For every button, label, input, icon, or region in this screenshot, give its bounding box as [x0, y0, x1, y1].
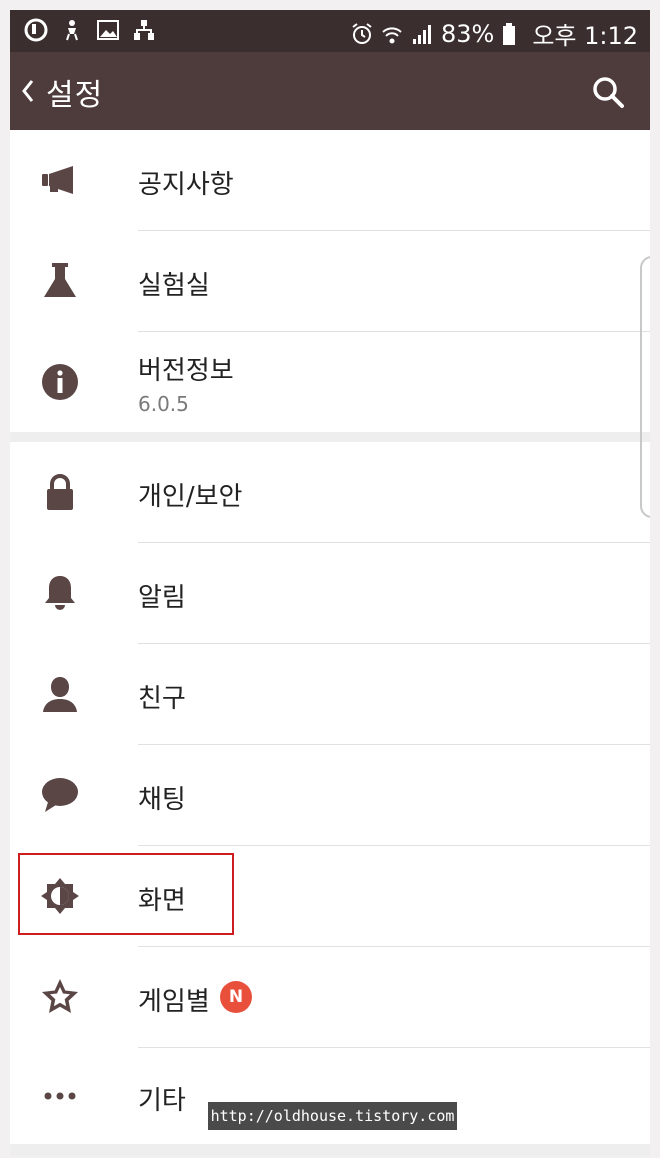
search-icon[interactable]	[590, 74, 626, 110]
alarm-icon	[351, 22, 373, 46]
wifi-icon	[381, 22, 403, 46]
settings-item-label: 개인/보안	[138, 482, 243, 512]
person-icon	[60, 18, 84, 42]
megaphone-icon	[38, 158, 82, 202]
chevron-left-icon[interactable]	[20, 78, 36, 104]
star-icon	[38, 975, 82, 1019]
section-divider	[10, 432, 650, 442]
page-title[interactable]: 설정	[46, 70, 103, 114]
status-bar: 83% 오후 1:12	[10, 10, 650, 52]
flask-icon	[38, 259, 82, 303]
settings-item-lab[interactable]: 실험실	[10, 231, 650, 331]
chat-bubble-icon	[38, 773, 82, 817]
image-icon	[96, 18, 120, 42]
battery-percent: 83%	[440, 19, 495, 48]
bell-icon	[38, 571, 82, 615]
battery-icon	[502, 22, 524, 46]
settings-item-chat[interactable]: 채팅	[10, 745, 650, 845]
app-u-icon	[24, 18, 48, 42]
version-number: 6.0.5	[138, 392, 189, 416]
lock-icon	[38, 470, 82, 514]
clock: 오후 1:12	[532, 22, 638, 50]
settings-item-label: 실험실	[138, 271, 210, 301]
settings-screen: 83% 오후 1:12 설정 공지사항 실험실 버전정보 6.0.5 개인/보안…	[10, 10, 650, 1156]
settings-item-label: 기타	[138, 1086, 186, 1116]
settings-item-label: 게임별	[138, 987, 210, 1017]
settings-item-friends[interactable]: 친구	[10, 644, 650, 744]
settings-item-label: 공지사항	[138, 170, 234, 200]
app-bar: 설정	[10, 52, 650, 130]
more-dots-icon	[38, 1074, 82, 1118]
signal-icon	[411, 22, 433, 46]
settings-item-notice[interactable]: 공지사항	[10, 130, 650, 230]
sitemap-icon	[132, 18, 156, 42]
settings-item-label: 알림	[138, 583, 186, 613]
settings-item-privacy[interactable]: 개인/보안	[10, 442, 650, 542]
settings-item-label: 친구	[138, 684, 186, 714]
settings-item-notifications[interactable]: 알림	[10, 543, 650, 643]
settings-item-game-star[interactable]: 게임별 N	[10, 947, 650, 1047]
section-divider	[10, 1144, 650, 1156]
settings-item-label: 버전정보	[138, 356, 234, 386]
edge-scroll-indicator	[640, 256, 650, 518]
info-icon	[38, 360, 82, 404]
settings-item-version[interactable]: 버전정보 6.0.5	[10, 332, 650, 432]
person-icon	[38, 672, 82, 716]
settings-item-label: 채팅	[138, 785, 186, 815]
watermark-text: http://oldhouse.tistory.com	[208, 1102, 457, 1130]
highlight-box	[18, 853, 234, 935]
new-badge: N	[220, 981, 252, 1013]
status-left-icons	[24, 18, 156, 42]
status-right: 83% 오후 1:12	[351, 16, 638, 51]
